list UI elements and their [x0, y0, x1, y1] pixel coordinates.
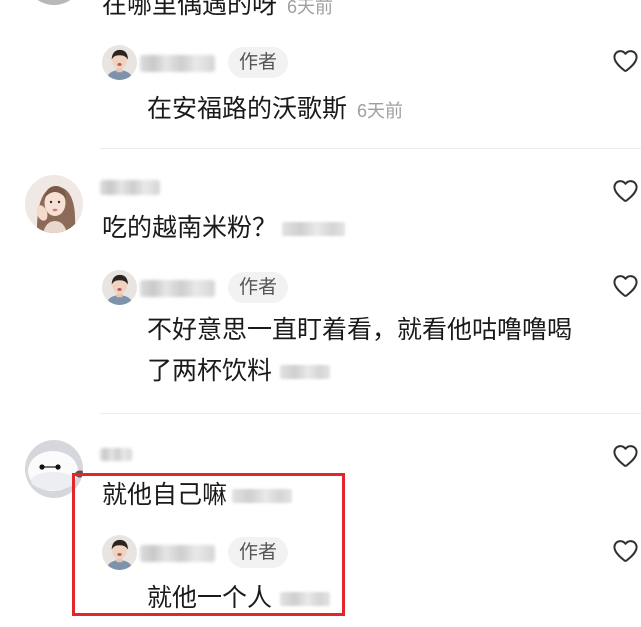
timestamp-blurred — [280, 592, 331, 607]
commenter-username-blurred[interactable] — [100, 448, 132, 461]
reply-text: 就他一个人 — [147, 584, 273, 612]
heart-outline-icon — [613, 445, 638, 467]
comment-text: 就他自己嘛 — [102, 481, 228, 509]
comment-time: 6天前 — [287, 0, 334, 17]
like-button[interactable] — [611, 537, 640, 565]
author-username-blurred[interactable] — [140, 545, 215, 562]
divider — [100, 413, 641, 414]
heart-outline-icon — [613, 50, 638, 72]
like-button[interactable] — [611, 47, 640, 75]
comment-section: 在哪里偶遇的呀 6天前 作者 在安福路的沃歌斯 6天前 吃的越南米粉？ 作者 不… — [0, 0, 641, 627]
commenter-avatar[interactable] — [25, 175, 83, 233]
reply-body[interactable]: 不好意思一直盯着看，就看他咕噜噜喝了两杯饮料 — [147, 310, 587, 392]
reply-body[interactable]: 就他一个人 — [147, 582, 331, 614]
timestamp-blurred — [232, 489, 293, 504]
author-avatar[interactable] — [102, 270, 137, 305]
author-badge: 作者 — [228, 47, 288, 78]
reply-text: 在安福路的沃歌斯 — [147, 95, 348, 123]
timestamp-blurred — [280, 365, 331, 380]
heart-outline-icon — [613, 180, 638, 202]
author-badge: 作者 — [228, 537, 288, 568]
like-button[interactable] — [611, 442, 640, 470]
reply-text: 不好意思一直盯着看，就看他咕噜噜喝了两杯饮料 — [147, 316, 573, 385]
comment-body[interactable]: 在哪里偶遇的呀 6天前 — [102, 0, 333, 23]
heart-outline-icon — [613, 275, 638, 297]
like-button[interactable] — [611, 272, 640, 300]
comment-body[interactable]: 吃的越南米粉？ — [102, 212, 346, 244]
heart-outline-icon — [613, 540, 638, 562]
author-avatar[interactable] — [102, 45, 137, 80]
author-avatar[interactable] — [102, 535, 137, 570]
author-username-blurred[interactable] — [140, 280, 215, 297]
commenter-username-blurred[interactable] — [100, 180, 160, 195]
like-button[interactable] — [611, 177, 640, 205]
author-badge: 作者 — [228, 272, 288, 303]
author-username-blurred[interactable] — [140, 55, 215, 72]
divider — [100, 148, 641, 149]
comment-body[interactable]: 就他自己嘛 — [102, 479, 293, 511]
reply-body[interactable]: 在安福路的沃歌斯 6天前 — [147, 93, 403, 127]
reply-time: 6天前 — [357, 101, 404, 121]
comment-text: 在哪里偶遇的呀 — [102, 0, 278, 19]
comment-text: 吃的越南米粉？ — [102, 214, 278, 242]
commenter-avatar[interactable] — [25, 0, 83, 5]
commenter-avatar[interactable] — [25, 440, 83, 498]
timestamp-blurred — [282, 222, 346, 237]
